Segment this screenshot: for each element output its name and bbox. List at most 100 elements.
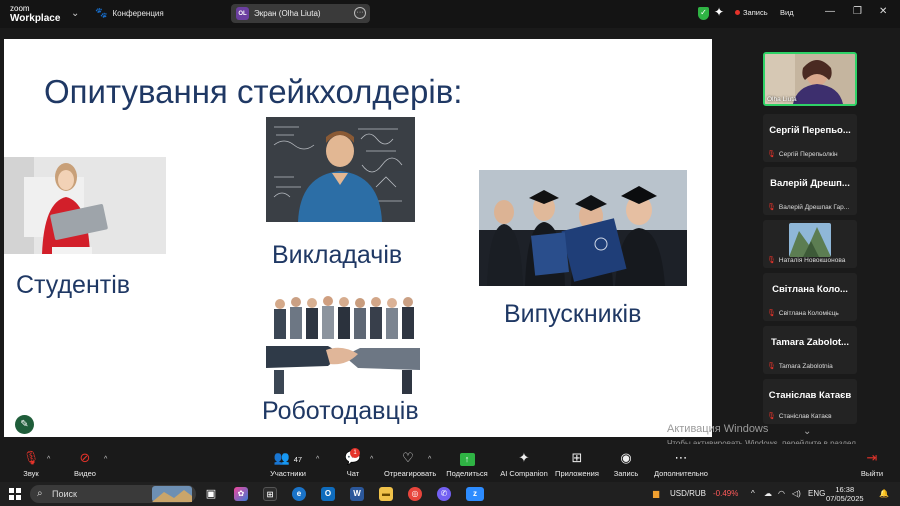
participant-tile[interactable]: Tamara Zabolot... 🎙 Tamara Zabolotnia (763, 326, 857, 374)
minimize-icon[interactable]: — (825, 6, 835, 17)
caption-employers: Роботодавців (262, 397, 419, 425)
react-button[interactable]: ♡ Отреагировать (384, 450, 437, 478)
participant-name-label: 🎙 Світлана Коломієць (767, 309, 839, 318)
mic-muted-icon: 🎙 (767, 363, 776, 370)
participant-tile[interactable]: 🎙 Наталія Новокшонова (763, 220, 857, 268)
recording-indicator[interactable]: Запись (735, 8, 768, 17)
close-icon[interactable]: ✕ (879, 6, 887, 17)
more-button[interactable]: ⋯ Дополнительно (654, 450, 708, 478)
share-button[interactable]: ↑ Поделиться (446, 450, 488, 478)
taskbar-clock[interactable]: 16:38 07/05/2025 (826, 485, 864, 503)
participant-display-name: Сергій Перепьо... (769, 125, 851, 136)
currency-widget-icon[interactable]: ▆ (653, 489, 659, 498)
audio-button[interactable]: 🎙 Звук (20, 450, 42, 478)
more-label: Дополнительно (654, 469, 708, 478)
wifi-icon[interactable]: ◠ (778, 489, 785, 498)
more-icon: ⋯ (674, 450, 688, 465)
leave-icon: ⇥ (866, 450, 878, 465)
record-label: Запись (743, 8, 768, 17)
activation-title: Активация Windows (667, 423, 769, 435)
annotate-pen-icon[interactable]: ✎ (15, 415, 34, 434)
mic-muted-icon: 🎙 (767, 413, 776, 420)
participant-tile[interactable]: Валерій Дрешп... 🎙 Валерій Дрешпак Гар... (763, 167, 857, 215)
meeting-info-button[interactable]: 🐾 Конференция (95, 8, 164, 19)
ai-companion-button[interactable]: ✦ AI Companion (500, 450, 548, 478)
mic-muted-icon: 🎙 (22, 450, 40, 465)
students-photo (4, 157, 166, 254)
participants-gallery: Olha Liuta Сергій Перепьо... 🎙 Сергій Пер… (757, 52, 859, 424)
edge-icon[interactable]: e (292, 487, 306, 501)
ai-companion-label: AI Companion (500, 469, 548, 478)
participant-display-name: Станіслав Катаєв (768, 390, 852, 401)
windows-taskbar: ⌕ Поиск ▣ ✿ ⊞ e O W ▬ ◎ ✆ z ▆ USD/RUB -0… (0, 482, 900, 506)
restore-icon[interactable]: ❐ (853, 6, 862, 17)
shared-screen-slide: Опитування стейкхолдерів: Студентів Викл… (4, 39, 712, 437)
word-icon[interactable]: W (350, 487, 364, 501)
notifications-icon[interactable]: 🔔 (879, 489, 889, 498)
participant-tile[interactable]: Світлана Коло... 🎙 Світлана Коломієць (763, 273, 857, 321)
participant-tile[interactable]: Сергій Перепьо... 🎙 Сергій Перепьолкін (763, 114, 857, 162)
language-indicator[interactable]: ENG (808, 489, 825, 498)
zoom-taskbar-icon[interactable]: z (466, 487, 484, 501)
employers-photo (266, 294, 420, 394)
record-label: Запись (613, 469, 639, 478)
react-label: Отреагировать (384, 469, 437, 478)
leave-button[interactable]: ⇥ Выйти (860, 450, 884, 478)
participant-avatar (789, 223, 831, 257)
participants-button[interactable]: 👥 47 Участники (268, 450, 308, 478)
participants-label: Участники (270, 469, 306, 478)
screen-share-label: Экран (Olha Liuta) (254, 9, 321, 18)
video-off-icon: ⊘ (79, 450, 91, 465)
participant-tile[interactable]: Станіслав Катаєв 🎙 Станіслав Катаєв (763, 379, 857, 424)
participant-name: Валерій Дрешпак Гар... (778, 203, 850, 211)
copilot-icon[interactable]: ✿ (234, 487, 248, 501)
participant-name-label: 🎙 Наталія Новокшонова (767, 256, 845, 265)
ai-sparkle-icon[interactable]: ✦ (714, 5, 724, 19)
volume-icon[interactable]: ◁) (792, 489, 801, 498)
record-icon: ◉ (620, 450, 632, 465)
react-options-caret[interactable]: ^ (428, 456, 431, 463)
windows-start-icon[interactable] (9, 488, 21, 500)
viber-icon[interactable]: ✆ (437, 487, 451, 501)
logo-line1: zoom (10, 4, 30, 13)
mic-muted-icon: 🎙 (767, 151, 776, 158)
audio-options-caret[interactable]: ^ (47, 456, 50, 463)
mic-muted-icon: 🎙 (767, 310, 776, 317)
participant-name-label: 🎙 Сергій Перепьолкін (767, 150, 838, 159)
participant-name: Сергій Перепьолкін (778, 150, 838, 158)
participant-display-name: Валерій Дрешп... (770, 178, 850, 189)
video-options-caret[interactable]: ^ (104, 456, 107, 463)
speaker-name: Olha Liuta (767, 96, 797, 103)
active-speaker-tile[interactable]: Olha Liuta (763, 52, 857, 106)
chat-options-caret[interactable]: ^ (370, 456, 373, 463)
outlook-icon[interactable]: O (321, 487, 335, 501)
video-button[interactable]: ⊘ Видео (73, 450, 97, 478)
chrome-icon[interactable]: ◎ (408, 487, 422, 501)
file-explorer-icon[interactable]: ▬ (379, 487, 393, 501)
record-button[interactable]: ◉ Запись (612, 450, 640, 478)
zoom-window: zoom Workplace ⌄ 🐾 Конференция OL Экран … (0, 0, 900, 506)
participant-display-name: Світлана Коло... (772, 284, 848, 295)
mic-muted-icon: 🎙 (767, 204, 776, 211)
view-button[interactable]: Вид (780, 8, 794, 17)
shield-check-icon[interactable]: ✓ (698, 7, 709, 20)
apps-grid-icon: ⊞ (571, 450, 583, 465)
participants-options-caret[interactable]: ^ (316, 456, 319, 463)
apps-button[interactable]: ⊞ Приложения (554, 450, 600, 478)
taskbar-search[interactable]: ⌕ Поиск (30, 485, 196, 503)
tray-expand-icon[interactable]: ^ (751, 489, 755, 498)
caption-students: Студентів (16, 271, 131, 299)
more-options-icon[interactable]: ··· (354, 7, 366, 19)
chat-unread-badge: 1 (350, 448, 360, 458)
chat-button[interactable]: 💬 1 Чат (342, 448, 364, 478)
zoom-logo: zoom Workplace (10, 4, 60, 24)
chevron-down-icon[interactable]: ⌄ (71, 8, 79, 19)
clock-time: 16:38 (835, 485, 855, 494)
store-icon[interactable]: ⊞ (263, 487, 277, 501)
task-view-icon[interactable]: ▣ (204, 487, 218, 501)
audio-label: Звук (23, 469, 39, 478)
onedrive-icon[interactable]: ☁ (764, 489, 772, 498)
clock-date: 07/05/2025 (826, 494, 864, 503)
screen-share-chip[interactable]: OL Экран (Olha Liuta) ··· (231, 4, 370, 23)
currency-pair[interactable]: USD/RUB (670, 489, 706, 498)
